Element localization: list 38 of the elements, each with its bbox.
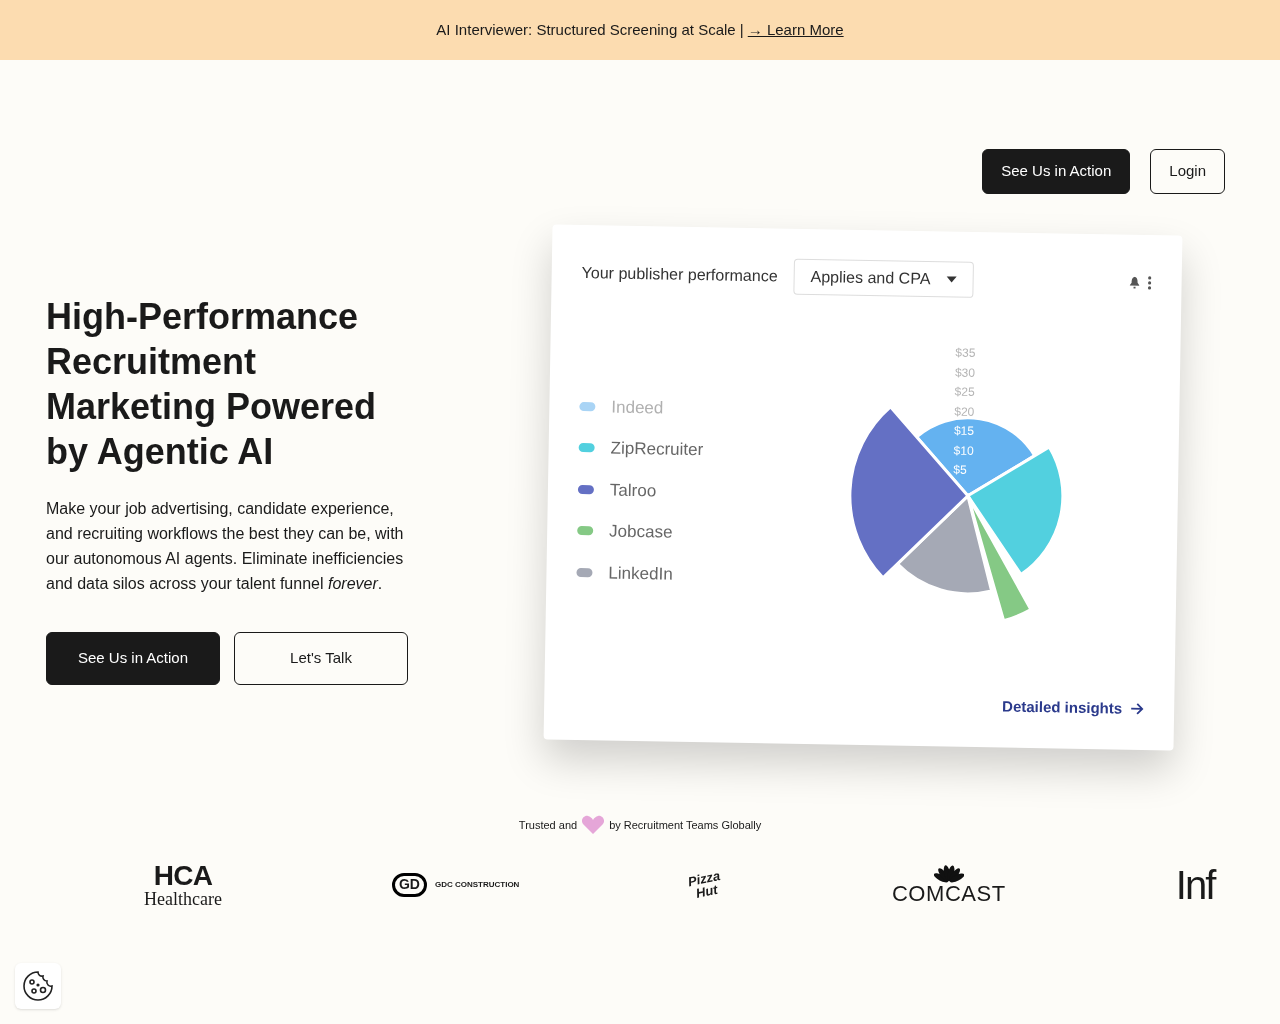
logo-text: Healthcare <box>144 890 222 908</box>
bell-icon <box>1129 276 1140 289</box>
hero-title: High-Performance Recruitment Marketing Powered by Agentic AI <box>46 295 378 474</box>
scale-label: $20 <box>954 403 975 421</box>
scale-label: $15 <box>953 422 975 441</box>
logo-text: GD <box>391 873 427 897</box>
logo-text: Inf <box>1175 862 1215 909</box>
logo-text: GDC CONSTRUCTION <box>434 879 520 891</box>
scale-label: $5 <box>953 461 968 480</box>
arrow-right-icon <box>1130 702 1145 715</box>
legend-label[interactable]: Jobcase <box>608 518 673 546</box>
card-title: Your publisher performance <box>581 263 778 287</box>
heart-icon <box>581 815 606 835</box>
cookie-settings-button[interactable] <box>15 963 61 1009</box>
outline-button[interactable]: Login <box>1150 149 1225 194</box>
scale-label: $35 <box>955 344 976 363</box>
scale-label: $25 <box>954 383 975 402</box>
cookie-icon <box>22 970 54 1002</box>
legend-label[interactable]: LinkedIn <box>608 560 673 587</box>
peacock-icon <box>933 865 964 883</box>
trusted-text: Trusted and <box>518 817 578 833</box>
legend-label[interactable]: Talroo <box>609 477 657 504</box>
outline-button[interactable]: Let's Talk <box>234 632 408 685</box>
hero-description: Make your job advertising, candidate experience, and recruiting workflows the best they can be, with our autonomous AI agents. Eliminate inefficiencies and data silos across your talent funnel forever. <box>46 499 405 594</box>
scale-label: $10 <box>953 442 974 460</box>
scale-label: $30 <box>954 364 976 382</box>
demo-button[interactable]: See Us in Action <box>982 149 1131 194</box>
detailed-insights-link[interactable]: Detailed insights <box>1002 694 1145 720</box>
more-icon[interactable] <box>1147 275 1152 290</box>
caret-icon <box>946 276 957 283</box>
legend-label[interactable]: ZipRecruiter <box>610 435 704 463</box>
announcement-text: AI Interviewer: Structured Screening at Scale | <box>436 19 744 40</box>
demo-button[interactable]: See Us in Action <box>46 632 220 685</box>
trusted-text: by Recruitment Teams Globally <box>609 817 762 833</box>
logo-text: HCA <box>153 862 213 890</box>
metric-dropdown[interactable]: Applies and CPA <box>793 258 974 298</box>
learn-more-link[interactable]: → Learn More <box>747 18 844 42</box>
logo-text: COMCAST <box>891 883 1006 905</box>
